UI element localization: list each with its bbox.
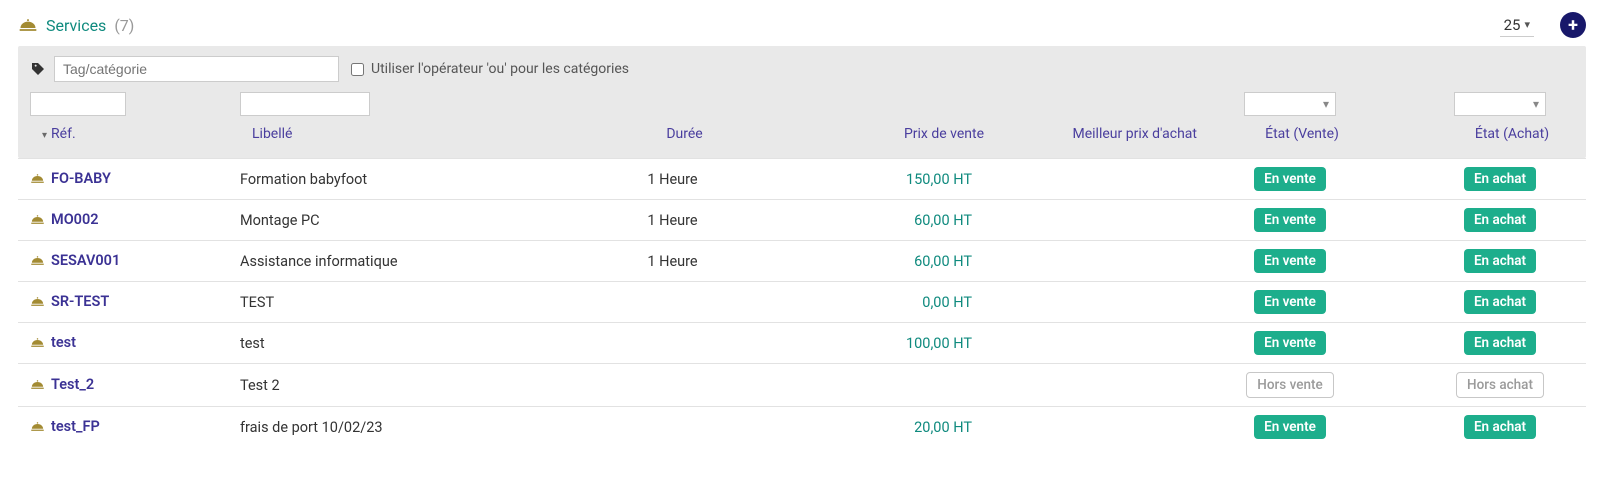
prix-vente-cell: 60,00 HT xyxy=(765,212,980,229)
or-operator-toggle[interactable]: Utiliser l'opérateur 'ou' pour les catég… xyxy=(347,60,629,79)
prix-vente-cell: 150,00 HT xyxy=(765,171,980,188)
table-row: MO002 Montage PC1 Heure60,00 HT En vente En… xyxy=(18,199,1586,240)
etat-achat-badge: Hors achat xyxy=(1456,372,1544,398)
prix-vente-cell: 60,00 HT xyxy=(765,253,980,270)
chevron-down-icon: ▾ xyxy=(1524,18,1530,31)
service-bell-icon xyxy=(30,213,45,226)
libelle-cell: TEST xyxy=(240,294,580,311)
service-bell-icon xyxy=(30,420,45,433)
ref-link[interactable]: test xyxy=(30,334,76,351)
page-size-select[interactable]: 25 ▾ xyxy=(1500,14,1534,37)
ref-link[interactable]: SESAV001 xyxy=(30,252,120,269)
duree-cell: 1 Heure xyxy=(580,212,765,229)
col-header-etat-achat[interactable]: État (Achat) xyxy=(1407,126,1604,142)
page-size-value: 25 xyxy=(1504,16,1521,34)
etat-achat-badge: En achat xyxy=(1464,249,1536,273)
add-button[interactable]: + xyxy=(1560,12,1586,38)
chevron-down-icon: ▾ xyxy=(1533,97,1539,111)
service-bell-icon xyxy=(30,336,45,349)
etat-vente-badge: Hors vente xyxy=(1246,372,1333,398)
ref-text: SR-TEST xyxy=(51,293,109,310)
tag-icon xyxy=(30,61,46,77)
ref-filter-input[interactable] xyxy=(30,92,126,116)
col-header-ref[interactable]: Réf. xyxy=(42,126,252,142)
col-header-prix-achat[interactable]: Meilleur prix d'achat xyxy=(992,126,1197,142)
duree-cell: 1 Heure xyxy=(580,171,765,188)
etat-vente-badge: En vente xyxy=(1254,167,1326,191)
etat-vente-badge: En vente xyxy=(1254,249,1326,273)
etat-achat-badge: En achat xyxy=(1464,208,1536,232)
record-count: (7) xyxy=(114,16,134,35)
ref-link[interactable]: SR-TEST xyxy=(30,293,109,310)
etat-achat-badge: En achat xyxy=(1464,290,1536,314)
chevron-down-icon: ▾ xyxy=(1323,97,1329,111)
col-header-etat-vente[interactable]: État (Vente) xyxy=(1197,126,1407,142)
libelle-filter-input[interactable] xyxy=(240,92,370,116)
etat-vente-filter[interactable]: ▾ xyxy=(1244,92,1336,116)
etat-achat-filter[interactable]: ▾ xyxy=(1454,92,1546,116)
or-operator-label: Utiliser l'opérateur 'ou' pour les catég… xyxy=(371,61,629,77)
ref-link[interactable]: Test_2 xyxy=(30,376,94,393)
col-header-prix-vente[interactable]: Prix de vente xyxy=(777,126,992,142)
etat-vente-badge: En vente xyxy=(1254,331,1326,355)
prix-vente-cell: 100,00 HT xyxy=(765,335,980,352)
ref-text: test_FP xyxy=(51,418,100,435)
or-operator-checkbox[interactable] xyxy=(351,63,364,76)
libelle-cell: Formation babyfoot xyxy=(240,171,580,188)
plus-icon: + xyxy=(1568,15,1578,36)
libelle-cell: Test 2 xyxy=(240,377,580,394)
filter-bar: Utiliser l'opérateur 'ou' pour les catég… xyxy=(18,46,1586,158)
ref-text: MO002 xyxy=(51,211,99,228)
etat-vente-badge: En vente xyxy=(1254,415,1326,439)
libelle-cell: frais de port 10/02/23 xyxy=(240,419,580,436)
col-header-duree[interactable]: Durée xyxy=(592,126,777,142)
ref-text: SESAV001 xyxy=(51,252,120,269)
duree-cell: 1 Heure xyxy=(580,253,765,270)
ref-text: Test_2 xyxy=(51,376,94,393)
ref-text: test xyxy=(51,334,76,351)
table-row: SESAV001 Assistance informatique1 Heure60… xyxy=(18,240,1586,281)
service-bell-icon xyxy=(30,378,45,391)
service-bell-icon xyxy=(30,172,45,185)
prix-vente-cell: 20,00 HT xyxy=(765,419,980,436)
service-bell-icon xyxy=(30,295,45,308)
prix-vente-cell: 0,00 HT xyxy=(765,294,980,311)
etat-vente-badge: En vente xyxy=(1254,290,1326,314)
table-row: FO-BABY Formation babyfoot1 Heure150,00 H… xyxy=(18,158,1586,199)
col-header-libelle[interactable]: Libellé xyxy=(252,126,592,142)
libelle-cell: test xyxy=(240,335,580,352)
table-row: test_FP frais de port 10/02/23 20,00 HT En … xyxy=(18,406,1586,447)
table-row: SR-TEST TEST 0,00 HT En vente En achat xyxy=(18,281,1586,322)
etat-achat-badge: En achat xyxy=(1464,167,1536,191)
ref-text: FO-BABY xyxy=(51,170,111,187)
tag-filter-input[interactable] xyxy=(54,56,339,82)
table-row: Test_2 Test 2 Hors vente Hors achat xyxy=(18,363,1586,406)
service-bell-icon xyxy=(30,254,45,267)
ref-link[interactable]: MO002 xyxy=(30,211,99,228)
etat-achat-badge: En achat xyxy=(1464,331,1536,355)
etat-achat-badge: En achat xyxy=(1464,415,1536,439)
ref-link[interactable]: FO-BABY xyxy=(30,170,111,187)
libelle-cell: Assistance informatique xyxy=(240,253,580,270)
libelle-cell: Montage PC xyxy=(240,212,580,229)
page-title[interactable]: Services xyxy=(46,16,106,35)
service-bell-icon xyxy=(18,16,38,34)
ref-link[interactable]: test_FP xyxy=(30,418,100,435)
table-row: test test 100,00 HT En vente En achat xyxy=(18,322,1586,363)
etat-vente-badge: En vente xyxy=(1254,208,1326,232)
